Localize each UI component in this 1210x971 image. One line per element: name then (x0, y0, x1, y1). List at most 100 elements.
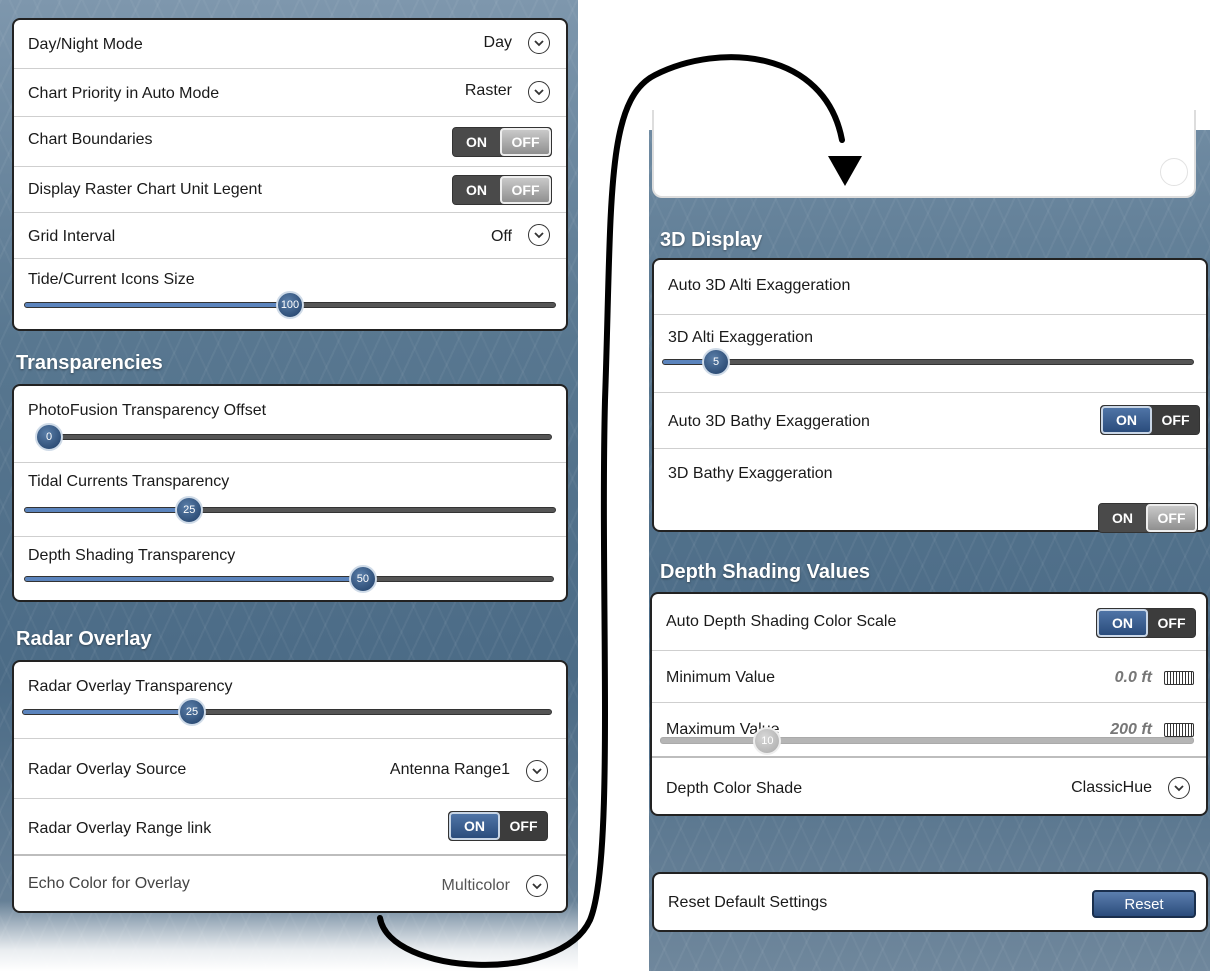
keyboard-icon[interactable] (1164, 723, 1194, 737)
day-night-row[interactable]: Day/Night Mode Day (14, 20, 566, 68)
radar-source-label: Radar Overlay Source (28, 761, 187, 778)
photofusion-slider[interactable]: 0 (35, 423, 552, 451)
radar-transparency-label: Radar Overlay Transparency (28, 678, 233, 695)
toggle-off: OFF (1148, 609, 1195, 637)
min-value-label: Minimum Value (666, 669, 776, 686)
chart-priority-value: Raster (464, 82, 512, 99)
grid-interval-value: Off (490, 228, 512, 245)
day-night-label: Day/Night Mode (28, 36, 143, 53)
alti-label: 3D Alti Exaggeration (668, 329, 813, 346)
photofusion-label: PhotoFusion Transparency Offset (28, 402, 267, 419)
min-value-row[interactable]: Minimum Value 0.0 ft (652, 650, 1206, 702)
auto-bathy-toggle[interactable]: ON OFF (1100, 405, 1200, 435)
bathy-label: 3D Bathy Exaggeration (668, 465, 833, 482)
chevron-down-icon[interactable] (1168, 777, 1190, 799)
chart-boundaries-toggle[interactable]: ON OFF (452, 127, 552, 157)
depth-shading-label: Depth Shading Transparency (28, 547, 236, 564)
radar-transparency-slider[interactable]: 25 (22, 698, 552, 726)
raster-unit-row: Display Raster Chart Unit Legent ON OFF (14, 166, 566, 212)
depth-shading-slider[interactable]: 50 (24, 565, 554, 593)
auto-bathy-label: Auto 3D Bathy Exaggeration (668, 413, 870, 430)
color-shade-label: Depth Color Shade (666, 780, 803, 797)
radar-overlay-card: Radar Overlay Transparency 25 Radar Over… (12, 660, 568, 913)
auto-scale-toggle[interactable]: ON OFF (1096, 608, 1196, 638)
slider-knob[interactable]: 50 (348, 565, 377, 593)
tidal-row: Tidal Currents Transparency 25 (14, 462, 566, 536)
previous-section-card (652, 110, 1196, 198)
photofusion-row: PhotoFusion Transparency Offset 0 (14, 386, 566, 462)
chart-boundaries-row: Chart Boundaries ON OFF (14, 116, 566, 166)
display-settings-card: Day/Night Mode Day Chart Priority in Aut… (12, 18, 568, 331)
tidal-label: Tidal Currents Transparency (28, 473, 230, 490)
reset-label: Reset Default Settings (668, 894, 828, 911)
tidal-slider[interactable]: 25 (24, 496, 556, 524)
echo-color-label: Echo Color for Overlay (28, 875, 190, 892)
chevron-down-icon[interactable] (526, 875, 548, 897)
toggle-off: OFF (1146, 504, 1197, 532)
grid-interval-label: Grid Interval (28, 228, 116, 245)
slider-knob[interactable]: 10 (753, 727, 782, 755)
echo-color-row[interactable]: Echo Color for Overlay Multicolor (14, 854, 566, 913)
toggle-on: ON (1101, 406, 1152, 434)
slider-fill (23, 710, 192, 714)
radar-source-row[interactable]: Radar Overlay Source Antenna Range1 (14, 738, 566, 798)
raster-unit-toggle[interactable]: ON OFF (452, 175, 552, 205)
slider-knob[interactable]: 100 (276, 291, 304, 319)
radar-range-link-row: Radar Overlay Range link ON OFF (14, 798, 566, 854)
toggle-off: OFF (1152, 406, 1199, 434)
3d-display-card: Auto 3D Alti Exaggeration 3D Alti Exagge… (652, 258, 1208, 533)
auto-alti-label: Auto 3D Alti Exaggeration (668, 277, 851, 294)
depth-shading-values-card: Auto Depth Shading Color Scale ON OFF Mi… (650, 592, 1208, 816)
slider-knob[interactable]: 25 (177, 698, 206, 726)
raster-unit-label: Display Raster Chart Unit Legent (28, 181, 262, 198)
alti-row: 3D Alti Exaggeration 5 (654, 314, 1206, 392)
chevron-down-icon[interactable] (528, 81, 550, 103)
toggle-off: OFF (500, 128, 551, 156)
chart-priority-row[interactable]: Chart Priority in Auto Mode Raster (14, 68, 566, 116)
toggle-on: ON (1099, 504, 1146, 532)
tide-icons-row: Tide/Current Icons Size 100 (14, 258, 566, 331)
slider-knob[interactable]: 5 (702, 348, 730, 376)
chart-priority-label: Chart Priority in Auto Mode (28, 85, 220, 102)
chart-boundaries-label: Chart Boundaries (28, 131, 153, 148)
transparencies-card: PhotoFusion Transparency Offset 0 Tidal … (12, 384, 568, 602)
toggle-on: ON (1097, 609, 1148, 637)
slider-fill (25, 303, 290, 307)
depth-shading-row: Depth Shading Transparency 50 (14, 536, 566, 602)
color-shade-row[interactable]: Depth Color Shade ClassicHue (652, 756, 1206, 816)
toggle-on: ON (449, 812, 500, 840)
slider-fill (25, 577, 363, 581)
transparencies-heading: Transparencies (16, 352, 163, 374)
auto-alti-row[interactable]: Auto 3D Alti Exaggeration (654, 260, 1206, 314)
chevron-down-icon[interactable] (526, 760, 548, 782)
bathy-row: 3D Bathy Exaggeration ON OFF (654, 448, 1206, 533)
radar-range-link-label: Radar Overlay Range link (28, 820, 212, 837)
3d-display-heading: 3D Display (660, 229, 763, 251)
slider-knob[interactable]: 25 (175, 496, 204, 524)
radar-transparency-row: Radar Overlay Transparency 25 (14, 662, 566, 738)
max-value-slider[interactable]: 10 (660, 727, 1194, 755)
keyboard-icon[interactable] (1164, 671, 1194, 685)
radar-range-link-toggle[interactable]: ON OFF (448, 811, 548, 841)
radar-overlay-heading: Radar Overlay (16, 628, 152, 650)
bathy-toggle[interactable]: ON OFF (1098, 503, 1198, 533)
auto-bathy-row: Auto 3D Bathy Exaggeration ON OFF (654, 392, 1206, 448)
toggle-off: OFF (500, 812, 547, 840)
reset-card: Reset Default Settings Reset (652, 872, 1208, 932)
auto-scale-label: Auto Depth Shading Color Scale (666, 613, 897, 630)
reset-button[interactable]: Reset (1092, 890, 1196, 918)
toggle-on: ON (453, 128, 500, 156)
slider-knob[interactable]: 0 (35, 423, 63, 451)
alti-slider[interactable]: 5 (662, 348, 1194, 376)
tide-icons-slider[interactable]: 100 (24, 291, 556, 319)
chevron-down-icon[interactable] (528, 224, 550, 246)
toggle-off: OFF (500, 176, 551, 204)
grid-interval-row[interactable]: Grid Interval Off (14, 212, 566, 258)
min-value-value: 0.0 ft (1114, 669, 1152, 686)
dropdown-icon-faded (1160, 158, 1188, 186)
slider-fill (25, 508, 190, 512)
echo-color-value: Multicolor (441, 877, 510, 894)
max-value-row[interactable]: Maximum Value 200 ft 10 (652, 702, 1206, 756)
chevron-down-icon[interactable] (528, 32, 550, 54)
tide-icons-label: Tide/Current Icons Size (28, 271, 195, 288)
